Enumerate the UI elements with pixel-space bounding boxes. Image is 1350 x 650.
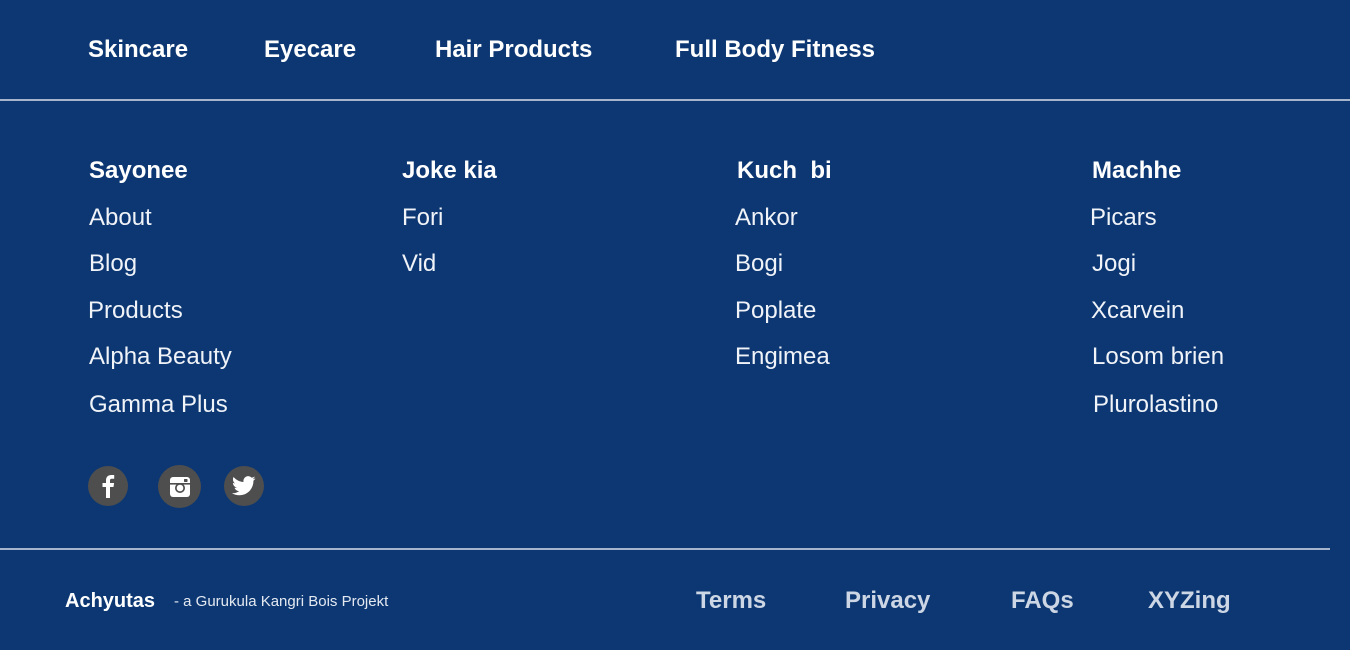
nav-skincare[interactable]: Skincare xyxy=(88,36,188,64)
footer-link-xcarvein[interactable]: Xcarvein xyxy=(1091,297,1184,325)
column-heading-joke-kia: Joke kia xyxy=(402,157,497,184)
nav-full-body-fitness[interactable]: Full Body Fitness xyxy=(675,36,875,64)
column-heading-kuch-bi: Kuch bi xyxy=(737,157,832,184)
footer-link-picars[interactable]: Picars xyxy=(1090,204,1157,232)
instagram-icon xyxy=(169,476,191,498)
nav-hair-products[interactable]: Hair Products xyxy=(435,36,592,64)
instagram-link[interactable] xyxy=(158,465,201,508)
column-heading-machhe: Machhe xyxy=(1092,157,1182,184)
footer-link-losom-brien[interactable]: Losom brien xyxy=(1092,343,1224,371)
footer-link-about[interactable]: About xyxy=(89,204,152,232)
footer-link-products[interactable]: Products xyxy=(88,297,183,325)
brand-name: Achyutas xyxy=(65,590,156,612)
top-nav: Skincare Eyecare Hair Products Full Body… xyxy=(0,0,1350,101)
footer-link-plurolastino[interactable]: Plurolastino xyxy=(1093,391,1218,419)
terms-link[interactable]: Terms xyxy=(696,587,766,615)
bottom-divider xyxy=(0,548,1330,550)
footer-link-fori[interactable]: Fori xyxy=(402,204,443,232)
faqs-link[interactable]: FAQs xyxy=(1011,587,1074,615)
footer-link-engimea[interactable]: Engimea xyxy=(735,343,830,371)
footer-link-bogi[interactable]: Bogi xyxy=(735,250,783,278)
brand-tagline: - a Gurukula Kangri Bois Projekt xyxy=(174,593,389,610)
footer-link-vid[interactable]: Vid xyxy=(402,250,436,278)
xyzing-link[interactable]: XYZing xyxy=(1148,587,1231,615)
privacy-link[interactable]: Privacy xyxy=(845,587,930,615)
nav-eyecare[interactable]: Eyecare xyxy=(264,36,356,64)
footer-link-ankor[interactable]: Ankor xyxy=(735,204,798,232)
twitter-icon xyxy=(232,476,256,496)
footer-link-jogi[interactable]: Jogi xyxy=(1092,250,1136,278)
footer-link-gamma-plus[interactable]: Gamma Plus xyxy=(89,391,228,419)
facebook-link[interactable] xyxy=(88,466,128,506)
facebook-icon xyxy=(101,474,115,498)
footer-link-alpha-beauty[interactable]: Alpha Beauty xyxy=(89,343,232,371)
footer-link-poplate[interactable]: Poplate xyxy=(735,297,816,325)
footer-link-blog[interactable]: Blog xyxy=(89,250,137,278)
twitter-link[interactable] xyxy=(224,466,264,506)
column-heading-sayonee: Sayonee xyxy=(89,157,188,184)
